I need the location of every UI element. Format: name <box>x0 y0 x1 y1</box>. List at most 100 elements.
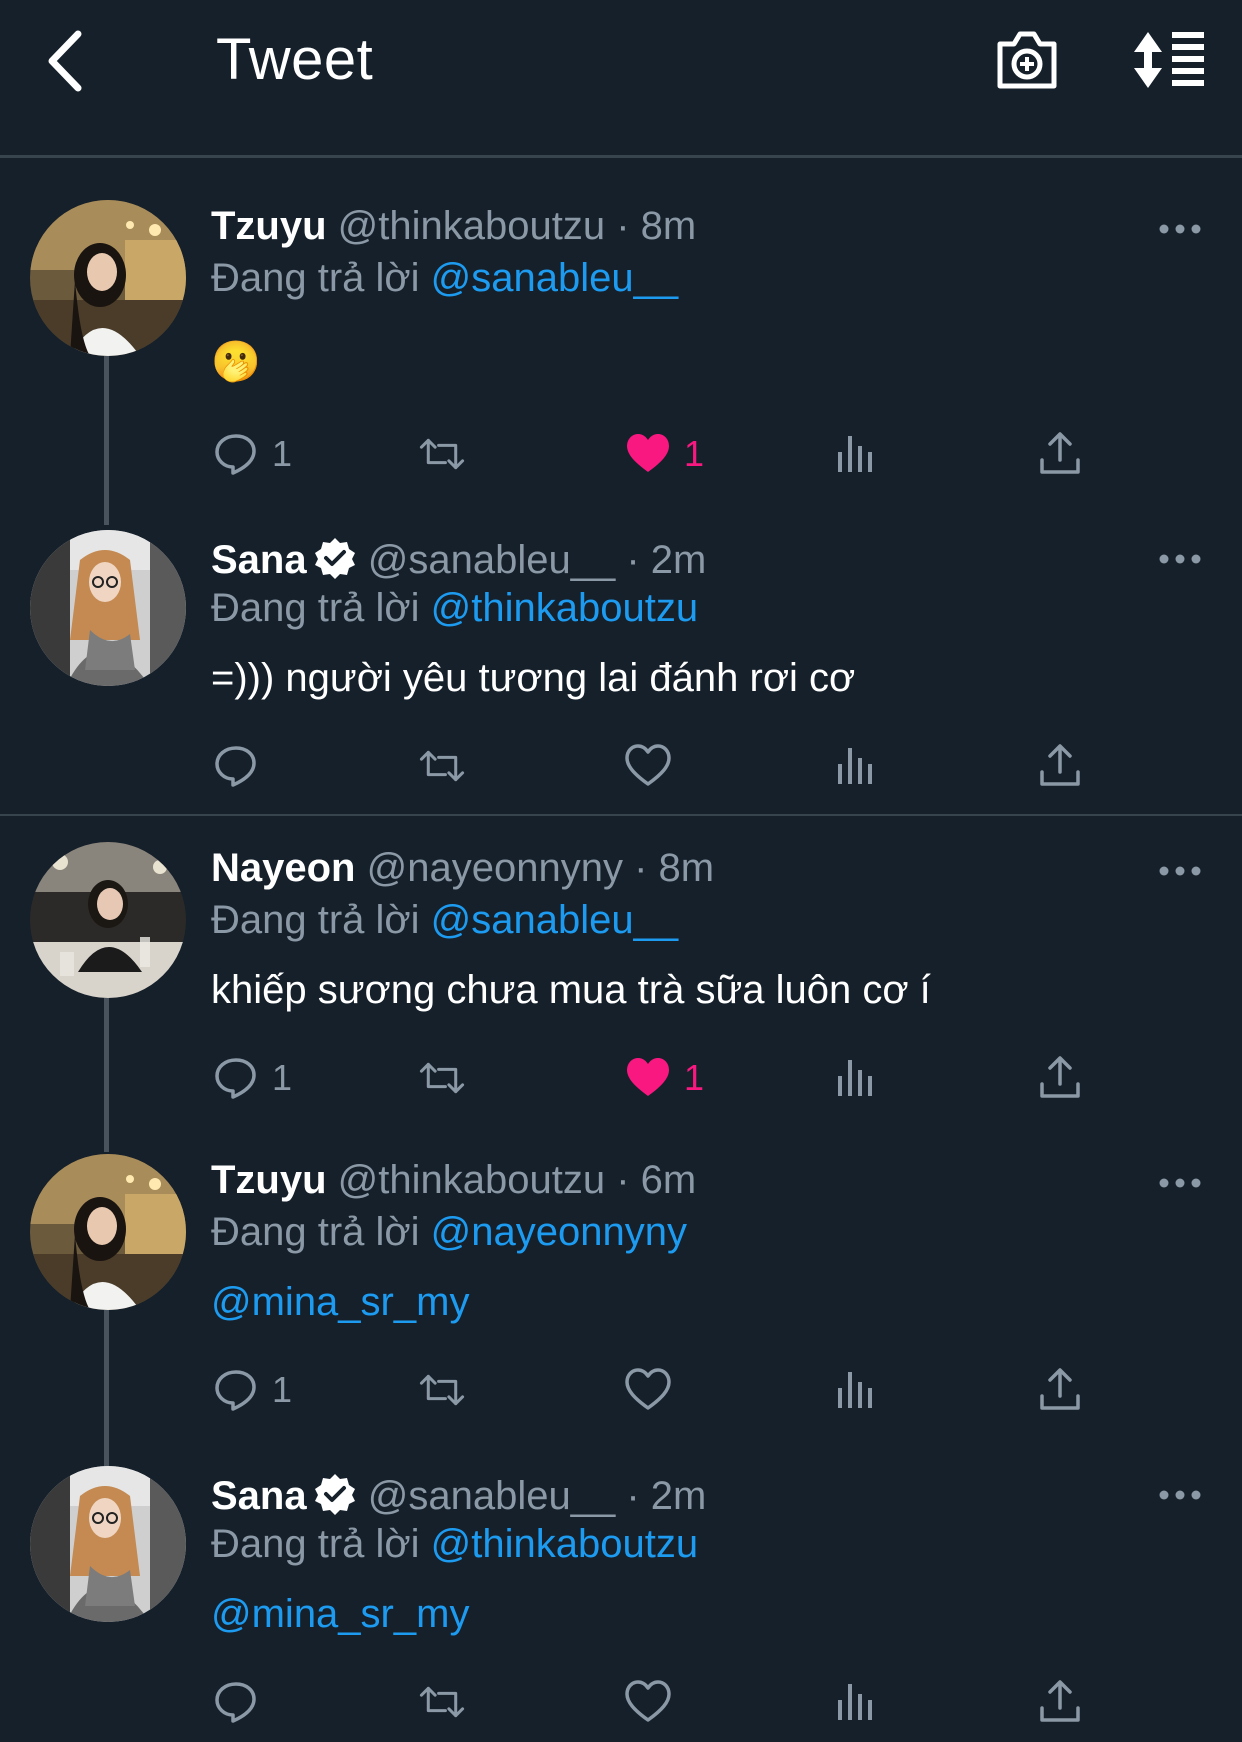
username[interactable]: @nayeonnyny <box>367 846 623 890</box>
reply-icon <box>215 1682 256 1723</box>
top-bar: Tweet <box>0 0 1242 157</box>
reply-count: 1 <box>272 1057 293 1098</box>
replying-to-label: Đang trả lời <box>211 1522 431 1566</box>
replying-to-mention[interactable]: @nayeonnyny <box>431 1210 687 1254</box>
replying-to-mention[interactable]: @thinkaboutzu <box>431 586 698 630</box>
replying-to-mention[interactable]: @sanableu__ <box>431 898 678 942</box>
display-name[interactable]: Tzuyu <box>211 204 327 248</box>
replying-to: Đang trả lời @sanableu__ <box>211 898 678 943</box>
views-icon <box>838 748 872 784</box>
views-button[interactable] <box>832 736 880 796</box>
display-name[interactable]: Sana <box>211 1474 307 1518</box>
tweet-text: khiếp sương chưa mua trà sữa luôn cơ í <box>211 968 931 1012</box>
heart-outline-icon <box>625 744 671 786</box>
section-divider <box>0 814 1242 816</box>
like-button[interactable] <box>624 1672 684 1732</box>
like-button[interactable]: 1 <box>624 1048 704 1108</box>
like-button[interactable]: 1 <box>624 424 704 484</box>
tweet-text-mention[interactable]: @mina_sr_my <box>211 1280 469 1325</box>
more-options-icon[interactable] <box>1158 1176 1202 1190</box>
reply-button[interactable]: 1 <box>212 1360 292 1420</box>
retweet-button[interactable] <box>418 1360 466 1420</box>
share-button[interactable] <box>1036 1672 1084 1732</box>
tweet-actions: 1 1 <box>0 424 1242 484</box>
views-button[interactable] <box>832 1360 880 1420</box>
like-count: 1 <box>684 433 705 474</box>
reply-button[interactable] <box>212 1672 272 1732</box>
like-button[interactable] <box>624 736 684 796</box>
replying-to-mention[interactable]: @sanableu__ <box>431 256 678 300</box>
tweet-header: Sana @sanableu__ · 2m <box>211 536 706 583</box>
tweet-header: Nayeon @nayeonnyny · 8m <box>211 846 714 891</box>
more-options-icon[interactable] <box>1158 222 1202 236</box>
share-button[interactable] <box>1036 1048 1084 1108</box>
username[interactable]: @thinkaboutzu <box>338 204 605 248</box>
reply-button[interactable] <box>212 736 272 796</box>
retweet-icon <box>419 1686 465 1718</box>
views-button[interactable] <box>832 1048 880 1108</box>
tweet-header: Tzuyu @thinkaboutzu · 8m <box>211 204 696 249</box>
more-options-icon[interactable] <box>1158 864 1202 878</box>
tweet-text-mention[interactable]: @mina_sr_my <box>211 1592 469 1637</box>
replying-to-mention[interactable]: @thinkaboutzu <box>431 1522 698 1566</box>
reply-button[interactable]: 1 <box>212 1048 292 1108</box>
retweet-button[interactable] <box>418 424 466 484</box>
avatar[interactable] <box>30 530 186 686</box>
like-count: 1 <box>684 1057 705 1098</box>
share-button[interactable] <box>1036 1360 1084 1420</box>
sort-icon[interactable] <box>1130 28 1210 92</box>
avatar[interactable] <box>30 842 186 998</box>
views-button[interactable] <box>832 1672 880 1732</box>
reply-count: 1 <box>272 1369 293 1410</box>
tweet-actions <box>0 736 1242 796</box>
replying-to-label: Đang trả lời <box>211 586 431 630</box>
username[interactable]: @thinkaboutzu <box>338 1158 605 1202</box>
share-button[interactable] <box>1036 736 1084 796</box>
heart-filled-icon <box>627 1058 669 1096</box>
avatar[interactable] <box>30 1466 186 1622</box>
tweet-header: Tzuyu @thinkaboutzu · 6m <box>211 1158 696 1203</box>
retweet-icon <box>419 750 465 782</box>
avatar[interactable] <box>30 1154 186 1310</box>
tweet-actions: 1 1 <box>0 1048 1242 1108</box>
heart-outline-icon <box>625 1368 671 1410</box>
tweet-actions <box>0 1672 1242 1732</box>
replying-to-label: Đang trả lời <box>211 898 431 942</box>
retweet-button[interactable] <box>418 736 466 796</box>
heart-outline-icon <box>625 1680 671 1722</box>
like-button[interactable] <box>624 1360 684 1420</box>
chevron-left-icon[interactable] <box>40 26 100 96</box>
share-icon <box>1040 1680 1080 1722</box>
views-button[interactable] <box>832 424 880 484</box>
reply-button[interactable]: 1 <box>212 424 292 484</box>
retweet-button[interactable] <box>418 1048 466 1108</box>
timestamp: · 6m <box>616 1158 697 1202</box>
views-icon <box>838 1372 872 1408</box>
display-name[interactable]: Tzuyu <box>211 1158 327 1202</box>
retweet-icon <box>419 1374 465 1406</box>
header-divider <box>0 155 1242 158</box>
retweet-icon <box>419 438 465 470</box>
views-icon <box>838 1684 872 1720</box>
reply-icon <box>215 1058 256 1099</box>
share-button[interactable] <box>1036 424 1084 484</box>
display-name[interactable]: Sana <box>211 538 307 582</box>
share-icon <box>1040 744 1080 786</box>
more-options-icon[interactable] <box>1158 552 1202 566</box>
retweet-button[interactable] <box>418 1672 466 1732</box>
share-icon <box>1040 1368 1080 1410</box>
more-options-icon[interactable] <box>1158 1488 1202 1502</box>
replying-to: Đang trả lời @thinkaboutzu <box>211 1522 698 1567</box>
username[interactable]: @sanableu__ <box>368 538 615 582</box>
tweet-header: Sana @sanableu__ · 2m <box>211 1472 706 1519</box>
reply-icon <box>215 434 256 475</box>
views-icon <box>838 1060 872 1096</box>
reply-icon <box>215 746 256 787</box>
tweet-text: 🫢 <box>211 340 261 384</box>
avatar[interactable] <box>30 200 186 356</box>
username[interactable]: @sanableu__ <box>368 1474 615 1518</box>
display-name[interactable]: Nayeon <box>211 846 356 890</box>
camera-add-icon[interactable] <box>992 24 1062 94</box>
timestamp: · 2m <box>626 1474 707 1518</box>
share-icon <box>1040 1056 1080 1098</box>
